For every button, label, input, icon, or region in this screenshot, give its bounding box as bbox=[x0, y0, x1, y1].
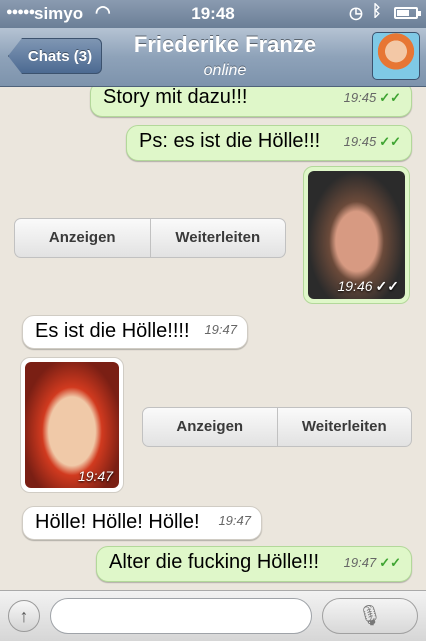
message-text: Alter die fucking Hölle!!! bbox=[109, 551, 320, 573]
message-incoming[interactable]: Es ist die Hölle!!!! 19:47 bbox=[22, 315, 248, 349]
message-composer: ↑ 🎙 bbox=[0, 590, 426, 641]
read-ticks-icon: ✓✓ bbox=[375, 278, 399, 294]
message-time: 19:47 bbox=[77, 468, 113, 484]
alarm-clock-icon: ◷ bbox=[349, 5, 363, 22]
read-ticks-icon: ✓✓ bbox=[379, 90, 401, 105]
message-incoming[interactable]: Hölle! Hölle! Hölle! 19:47 bbox=[22, 506, 262, 540]
message-time: 19:46 bbox=[337, 278, 373, 294]
message-outgoing[interactable]: Story mit dazu!!! 19:45 ✓✓ bbox=[90, 87, 412, 117]
bluetooth-icon: ᛒ bbox=[372, 3, 382, 20]
contact-avatar[interactable] bbox=[372, 32, 420, 80]
chat-header: Chats (3) Friederike Franze online bbox=[0, 28, 426, 87]
show-image-button[interactable]: Anzeigen bbox=[143, 408, 277, 446]
contact-status: online bbox=[203, 62, 247, 79]
image-actions: Anzeigen Weiterleiten bbox=[14, 218, 286, 258]
contact-name[interactable]: Friederike Franze bbox=[100, 32, 350, 58]
message-meta: 19:47 ✓✓ bbox=[344, 548, 401, 578]
upload-arrow-icon[interactable]: ↑ bbox=[8, 600, 40, 632]
read-ticks-icon: ✓✓ bbox=[379, 134, 401, 149]
status-bar: ●●●●● simyo ◠ 19:48 ◷ ᛒ bbox=[0, 0, 426, 28]
back-to-chats-button[interactable]: Chats (3) bbox=[8, 38, 102, 74]
message-time: 19:45 bbox=[343, 90, 377, 105]
message-meta: 19:46 ✓✓ bbox=[337, 278, 399, 295]
message-outgoing[interactable]: Ps: es ist die Hölle!!! 19:45 ✓✓ bbox=[126, 125, 412, 161]
image-message-incoming[interactable]: 19:47 bbox=[20, 357, 124, 493]
show-image-button[interactable]: Anzeigen bbox=[15, 219, 150, 257]
message-input[interactable] bbox=[50, 598, 312, 634]
message-time: 19:47 bbox=[343, 555, 377, 570]
image-message-outgoing[interactable]: 19:46 ✓✓ bbox=[303, 166, 410, 304]
message-text: Hölle! Hölle! Hölle! bbox=[35, 511, 200, 533]
message-time: 19:45 bbox=[343, 134, 377, 149]
message-time: 19:47 bbox=[218, 513, 251, 528]
message-text: Es ist die Hölle!!!! bbox=[35, 320, 190, 342]
microphone-icon[interactable]: 🎙 bbox=[322, 598, 418, 634]
message-text: Ps: es ist die Hölle!!! bbox=[139, 130, 321, 152]
message-meta: 19:45 ✓✓ bbox=[344, 127, 401, 157]
read-ticks-icon: ✓✓ bbox=[379, 555, 401, 570]
forward-image-button[interactable]: Weiterleiten bbox=[276, 408, 412, 446]
message-time: 19:47 bbox=[204, 322, 237, 337]
image-actions: Anzeigen Weiterleiten bbox=[142, 407, 412, 447]
forward-image-button[interactable]: Weiterleiten bbox=[149, 219, 286, 257]
message-meta: 19:45 ✓✓ bbox=[344, 87, 401, 113]
battery-icon bbox=[394, 7, 421, 19]
message-outgoing[interactable]: Alter die fucking Hölle!!! 19:47 ✓✓ bbox=[96, 546, 412, 582]
chat-area[interactable]: Story mit dazu!!! 19:45 ✓✓ Ps: es ist die… bbox=[0, 87, 426, 590]
message-text: Story mit dazu!!! bbox=[103, 87, 248, 108]
